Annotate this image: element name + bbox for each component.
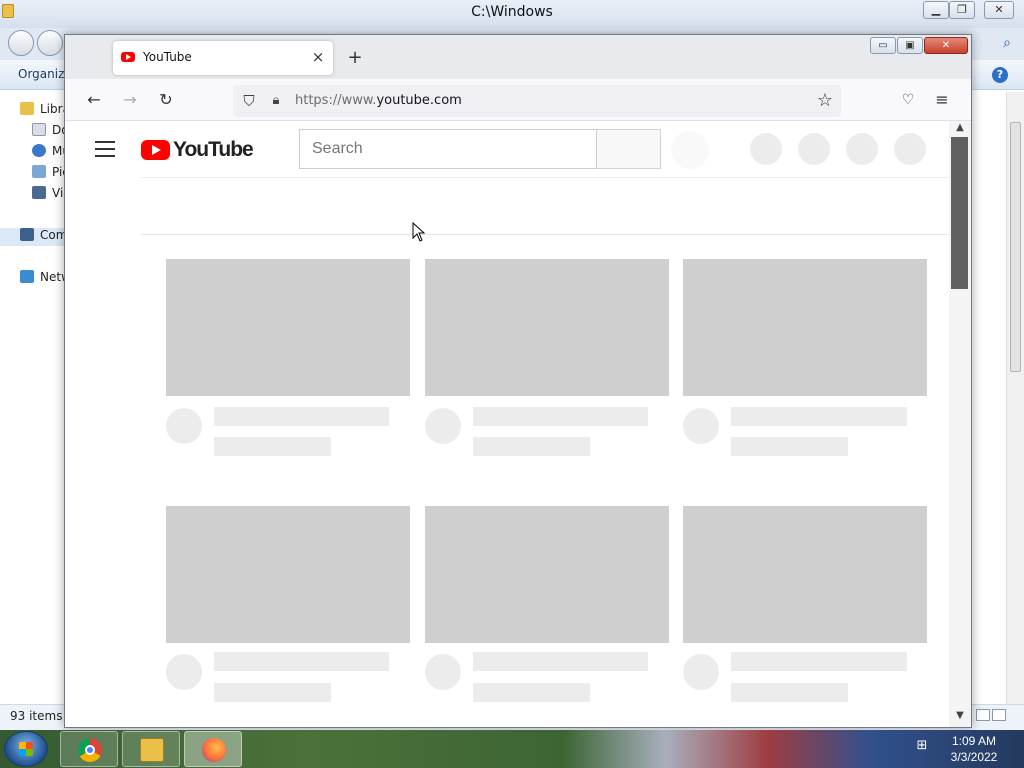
scroll-up-arrow-icon[interactable]: ▲ <box>954 121 966 135</box>
help-icon[interactable]: ? <box>992 67 1008 83</box>
youtube-logo-text: YouTube <box>173 138 254 161</box>
music-icon <box>32 144 46 157</box>
search-icon[interactable]: ⌕ <box>996 32 1018 54</box>
video-meta-placeholder <box>214 437 331 456</box>
firefox-close-button[interactable]: ✕ <box>924 37 968 54</box>
reload-icon[interactable]: ↻ <box>153 87 179 113</box>
voice-search-button[interactable] <box>671 131 709 169</box>
video-meta-placeholder <box>731 437 848 456</box>
channel-avatar-placeholder <box>425 654 461 690</box>
explorer-scrollbar[interactable] <box>1006 92 1024 704</box>
explorer-title: C:\Windows <box>471 4 553 20</box>
file-explorer-icon <box>140 738 164 762</box>
video-title-placeholder <box>731 652 907 671</box>
video-thumbnail-placeholder[interactable] <box>425 506 669 643</box>
channel-avatar-placeholder <box>425 408 461 444</box>
explorer-navigation-pane: Libraries Documents Music Pictures Video… <box>0 92 120 712</box>
preview-pane-icon[interactable] <box>992 709 1006 721</box>
explorer-scrollbar-thumb[interactable] <box>1010 122 1021 372</box>
videos-icon <box>32 186 46 199</box>
video-title-placeholder <box>214 407 389 426</box>
taskbar-firefox-button[interactable] <box>184 731 242 767</box>
video-thumbnail-placeholder[interactable] <box>683 506 927 643</box>
minimize-button[interactable]: ▁ <box>923 1 949 19</box>
back-arrow-icon[interactable]: ← <box>81 87 107 113</box>
chips-bar <box>141 177 953 235</box>
video-thumbnail-placeholder[interactable] <box>425 259 669 396</box>
youtube-play-icon <box>141 140 170 160</box>
video-thumbnail-placeholder[interactable] <box>166 506 410 643</box>
scroll-down-arrow-icon[interactable]: ▼ <box>954 709 966 723</box>
tab-youtube[interactable]: YouTube × <box>113 41 333 75</box>
nav-item-computer[interactable]: Computer <box>0 228 100 246</box>
notifications-icon-placeholder[interactable] <box>846 133 878 165</box>
network-icon <box>20 270 34 283</box>
forward-arrow-icon[interactable]: → <box>117 87 143 113</box>
video-thumbnail-placeholder[interactable] <box>166 259 410 396</box>
video-title-placeholder <box>473 652 648 671</box>
account-avatar-placeholder[interactable] <box>894 133 926 165</box>
channel-avatar-placeholder <box>683 408 719 444</box>
video-meta-placeholder <box>214 683 331 702</box>
video-meta-placeholder <box>473 683 590 702</box>
tracking-shield-icon[interactable]: ⛉ <box>241 92 257 110</box>
explorer-titlebar[interactable]: C:\Windows ▁ ❐ ✕ <box>0 0 1024 28</box>
firefox-icon <box>202 738 226 762</box>
maximize-button[interactable]: ❐ <box>949 1 975 19</box>
clock-time: 1:09 AM <box>951 734 997 748</box>
search-input[interactable]: Search <box>299 129 597 169</box>
channel-avatar-placeholder <box>166 408 202 444</box>
search-button[interactable] <box>597 129 661 169</box>
lock-icon[interactable]: 🔒︎ <box>269 92 283 110</box>
network-tray-icon[interactable]: ⊞ <box>914 738 930 754</box>
system-clock[interactable]: 1:09 AM 3/3/2022 <box>944 733 1004 765</box>
create-icon-placeholder[interactable] <box>750 133 782 165</box>
video-title-placeholder <box>731 407 907 426</box>
view-toggle[interactable] <box>976 709 1016 723</box>
channel-avatar-placeholder <box>166 654 202 690</box>
library-icon <box>20 102 34 115</box>
tab-title: YouTube <box>143 50 192 64</box>
mouse-cursor-icon <box>412 222 426 242</box>
documents-icon <box>32 123 46 136</box>
computer-icon <box>20 228 34 241</box>
url-bar[interactable]: ⛉ 🔒︎ https://www.youtube.com ☆ <box>233 85 841 117</box>
chrome-icon <box>78 738 102 762</box>
firefox-minimize-button[interactable]: ▭ <box>870 37 896 54</box>
video-meta-placeholder <box>473 437 590 456</box>
page-scrollbar[interactable]: ▲ ▼ <box>949 121 971 727</box>
hamburger-menu-icon[interactable]: ≡ <box>931 89 953 111</box>
firefox-window: YouTube × + ▭ ▣ ✕ ← → ↻ ⛉ 🔒︎ https://www… <box>64 34 972 728</box>
youtube-logo[interactable]: YouTube <box>141 138 254 164</box>
video-thumbnail-placeholder[interactable] <box>683 259 927 396</box>
firefox-maximize-button[interactable]: ▣ <box>897 37 923 54</box>
taskbar-explorer-button[interactable] <box>122 731 180 767</box>
details-view-icon[interactable] <box>976 709 990 721</box>
clock-date: 3/3/2022 <box>950 750 998 764</box>
bookmark-star-icon[interactable]: ☆ <box>815 90 835 112</box>
explorer-forward-button[interactable] <box>37 30 63 56</box>
explorer-back-button[interactable] <box>8 30 34 56</box>
pocket-icon[interactable]: ♡ <box>897 89 919 111</box>
youtube-page: YouTube Search <box>65 121 953 727</box>
channel-avatar-placeholder <box>683 654 719 690</box>
youtube-favicon-icon <box>121 52 135 62</box>
video-title-placeholder <box>473 407 648 426</box>
new-tab-button[interactable]: + <box>343 47 367 71</box>
close-button[interactable]: ✕ <box>984 1 1014 19</box>
guide-menu-icon[interactable] <box>95 141 117 159</box>
video-title-placeholder <box>214 652 389 671</box>
video-meta-placeholder <box>731 683 848 702</box>
pictures-icon <box>32 165 46 178</box>
item-count: 93 items <box>10 709 63 723</box>
tab-strip: YouTube × + ▭ ▣ ✕ <box>65 35 971 79</box>
taskbar-chrome-button[interactable] <box>60 731 118 767</box>
apps-icon-placeholder[interactable] <box>798 133 830 165</box>
start-button[interactable] <box>4 731 48 767</box>
url-text[interactable]: https://www.youtube.com <box>295 93 462 108</box>
page-scrollbar-thumb[interactable] <box>951 137 968 289</box>
close-tab-icon[interactable]: × <box>309 48 327 66</box>
